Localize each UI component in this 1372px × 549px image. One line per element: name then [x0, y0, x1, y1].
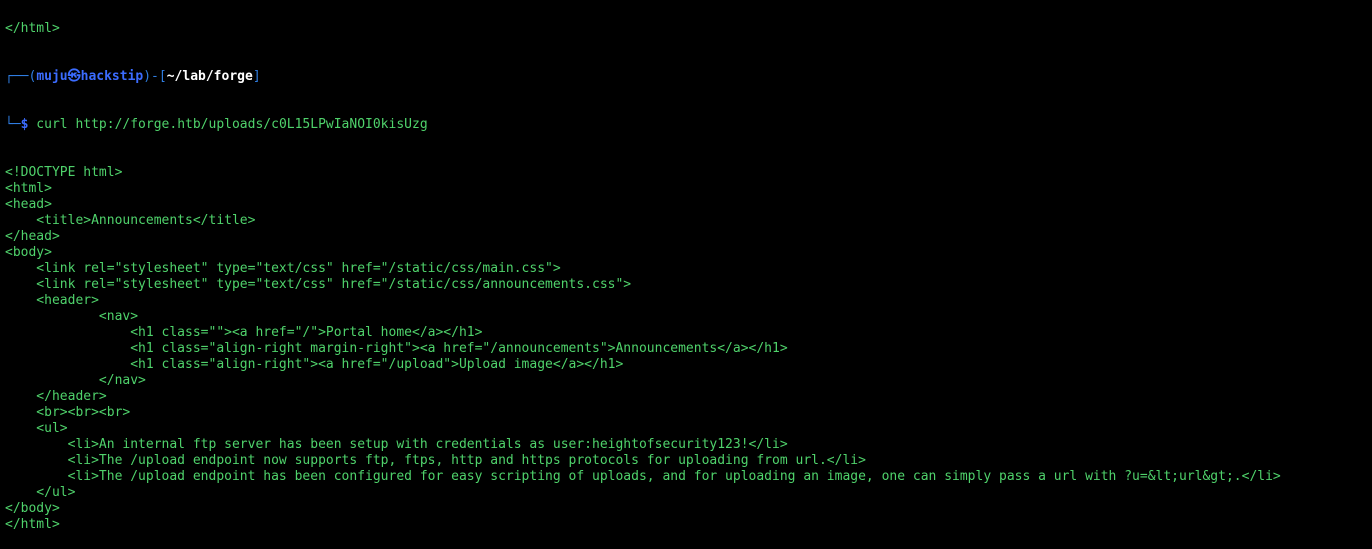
output-line: <!DOCTYPE html> [5, 165, 123, 180]
prompt-frame-mid: )-[ [143, 69, 167, 84]
command-text[interactable]: curl http://forge.htb/uploads/c0L15LPwIa… [28, 117, 427, 132]
command-output: <!DOCTYPE html> <html> <head> <title>Annou… [5, 165, 1281, 533]
output-line: <head> [5, 197, 52, 212]
output-line: <header> [5, 293, 99, 308]
previous-output-line: </html> [5, 21, 60, 36]
prompt-user-host: muju㉿hackstip [36, 69, 144, 84]
output-line: </nav> [5, 373, 146, 388]
prompt-frame-close: ] [252, 69, 261, 84]
output-line: </head> [5, 229, 60, 244]
output-line: <li>The /upload endpoint has been config… [5, 469, 1281, 484]
output-line: <title>Announcements</title> [5, 213, 256, 228]
output-line: <html> [5, 181, 52, 196]
output-line: <nav> [5, 309, 139, 324]
output-line: <ul> [5, 421, 68, 436]
output-line: </body> [5, 501, 60, 516]
output-line: <li>An internal ftp server has been setu… [5, 437, 788, 452]
prompt-top-line: ┌──(muju㉿hackstip)-[~/lab/forge] [5, 69, 1281, 85]
output-line: <body> [5, 245, 52, 260]
output-line: </header> [5, 389, 107, 404]
output-line: <h1 class="align-right margin-right"><a … [5, 341, 788, 356]
output-line: <h1 class="align-right"><a href="/upload… [5, 357, 624, 372]
prompt-frame-top: ┌──( [5, 69, 37, 84]
output-line: <link rel="stylesheet" type="text/css" h… [5, 261, 561, 276]
output-line: </html> [5, 517, 60, 532]
prompt-command-line[interactable]: └─$ curl http://forge.htb/uploads/c0L15L… [5, 117, 1281, 133]
output-line: <link rel="stylesheet" type="text/css" h… [5, 277, 632, 292]
prompt-frame-bottom: └─ [5, 117, 21, 132]
output-line: <br><br><br> [5, 405, 131, 420]
output-line: <h1 class=""><a href="/">Portal home</a>… [5, 325, 483, 340]
terminal-window[interactable]: </html> ┌──(muju㉿hackstip)-[~/lab/forge]… [5, 0, 1281, 549]
output-line: </ul> [5, 485, 76, 500]
prompt-cwd: ~/lab/forge [166, 69, 253, 84]
output-line: <li>The /upload endpoint now supports ft… [5, 453, 866, 468]
